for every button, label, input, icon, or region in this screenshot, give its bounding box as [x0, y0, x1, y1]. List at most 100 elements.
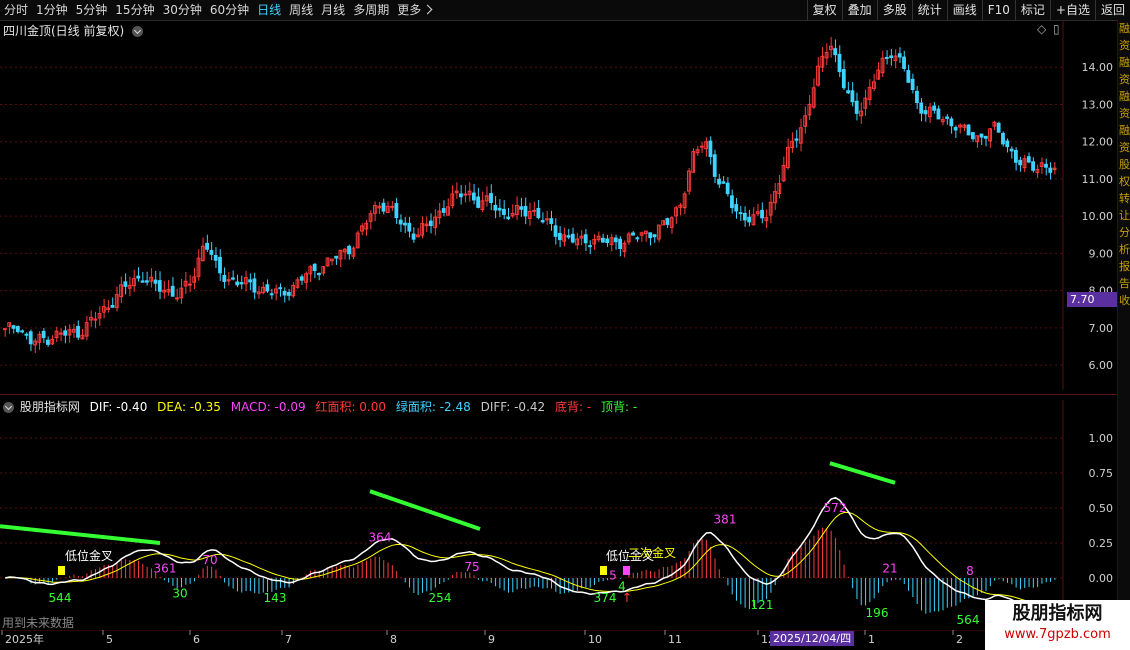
tab-fenshi[interactable]: 分时 — [0, 0, 32, 20]
back-button[interactable]: 返回 — [1094, 0, 1130, 20]
candle-body — [570, 233, 575, 243]
candle-body — [631, 232, 635, 236]
candle-body — [613, 237, 618, 243]
right-column-char: 报 — [1119, 260, 1130, 273]
candle-body — [652, 234, 657, 238]
right-info-column[interactable]: 融资融资融资融资股权转让分析报告收 — [1117, 20, 1130, 650]
tab-60min[interactable]: 60分钟 — [206, 0, 253, 20]
divergence-line — [369, 489, 481, 531]
candle-body — [15, 326, 20, 333]
bar-count-label: 30 — [172, 587, 187, 601]
candle-body — [841, 69, 846, 89]
tab-1min[interactable]: 1分钟 — [32, 0, 72, 20]
signal-marker — [623, 566, 630, 575]
candle-body — [915, 90, 919, 103]
bar-count-label: 75 — [464, 560, 479, 574]
tab-30min[interactable]: 30分钟 — [159, 0, 206, 20]
tab-weekly[interactable]: 周线 — [285, 0, 317, 20]
macd-tick: 0.50 — [1089, 502, 1114, 515]
candle-body — [265, 284, 270, 292]
bar-count-label: 564 — [957, 613, 980, 627]
tab-more[interactable]: 更多 — [393, 0, 435, 20]
add-watchlist-button[interactable]: +自选 — [1049, 0, 1095, 20]
tab-monthly[interactable]: 月线 — [317, 0, 349, 20]
tab-5min[interactable]: 5分钟 — [72, 0, 112, 20]
candle-body — [910, 78, 915, 91]
candle-body — [398, 219, 403, 225]
candle-body — [471, 192, 476, 201]
candle-body — [428, 220, 433, 226]
candle-body — [187, 283, 192, 286]
tab-15min[interactable]: 15分钟 — [111, 0, 158, 20]
candle-body — [11, 325, 16, 329]
price-tick: 13.00 — [1082, 98, 1114, 111]
candle-body — [747, 216, 752, 223]
price-tick: 10.00 — [1082, 210, 1114, 223]
draw-line-button[interactable]: 画线 — [946, 0, 982, 20]
watermark: 股朋指标网 www.7gpzb.com — [985, 600, 1130, 650]
candle-body — [588, 245, 592, 248]
candle-body — [157, 280, 162, 292]
candle-body — [170, 285, 175, 297]
signal-label: 二次金叉 — [628, 545, 676, 560]
candle-body — [411, 233, 416, 240]
candle-body — [286, 291, 291, 296]
candle-body — [549, 218, 554, 224]
candle-body — [394, 203, 399, 219]
bar-count-label: 364 — [369, 531, 392, 545]
signal-label: 低位金叉 — [65, 548, 113, 563]
overlay-button[interactable]: 叠加 — [841, 0, 877, 20]
fuquan-button[interactable]: 复权 — [806, 0, 842, 20]
candle-body — [175, 297, 179, 300]
price-tick: 9.00 — [1089, 247, 1114, 260]
candle-body — [897, 53, 902, 58]
candle-body — [945, 116, 949, 119]
right-column-char: 股 — [1119, 158, 1130, 171]
candlestick-chart[interactable]: 14.0013.0012.0011.0010.009.008.007.006.0… — [0, 20, 1117, 390]
multi-stock-button[interactable]: 多股 — [876, 0, 912, 20]
date-label: 1 — [868, 633, 875, 646]
tab-multi-period[interactable]: 多周期 — [349, 0, 393, 20]
candle-body — [28, 331, 33, 345]
candle-body — [983, 135, 988, 139]
candle-body — [605, 238, 610, 244]
macd-chart[interactable]: 1.00 0.75 0.50 0.25 0.00 544 361 70 30 143 364 75 2… — [0, 400, 1117, 630]
candle-body — [476, 196, 481, 208]
candle-body — [222, 274, 227, 282]
candle-body — [536, 207, 541, 219]
macd-tick: 1.00 — [1089, 432, 1114, 445]
candle-body — [970, 132, 975, 140]
up-arrow-icon: ↑ — [622, 591, 633, 606]
candle-body — [996, 122, 1001, 133]
toolbar-right: 复权 叠加 多股 统计 画线 F10 标记 +自选 返回 — [806, 0, 1130, 20]
right-column-char: 融 — [1119, 22, 1130, 35]
price-axis: 14.0013.0012.0011.0010.009.008.007.006.0… — [1082, 61, 1114, 372]
price-tick: 7.00 — [1089, 322, 1114, 335]
period-toolbar: 分时 1分钟 5分钟 15分钟 30分钟 60分钟 日线 周线 月线 多周期 更… — [0, 0, 1130, 21]
candle-body — [919, 102, 924, 114]
stats-button[interactable]: 统计 — [911, 0, 947, 20]
macd-tick: 0.25 — [1089, 537, 1114, 550]
f10-button[interactable]: F10 — [981, 0, 1015, 20]
candle-body — [463, 193, 468, 196]
candle-body — [239, 282, 244, 285]
date-label: 2 — [956, 633, 963, 646]
candle-body — [742, 212, 747, 221]
candle-body — [949, 118, 954, 127]
candle-body — [712, 154, 717, 177]
candle-body — [906, 70, 911, 83]
candle-body — [502, 208, 506, 215]
candle-body — [738, 212, 743, 215]
mark-button[interactable]: 标记 — [1014, 0, 1050, 20]
tab-daily[interactable]: 日线 — [253, 0, 285, 20]
candle-body — [459, 193, 463, 198]
right-column-char: 资 — [1119, 141, 1130, 154]
candle-body — [213, 254, 218, 261]
bar-count-label: 572 — [824, 501, 847, 515]
bar-count-label: 374 — [594, 591, 617, 605]
candle-body — [252, 278, 257, 293]
candle-body — [144, 280, 149, 283]
candle-body — [837, 53, 842, 73]
candle-body — [123, 281, 128, 287]
candle-body — [665, 218, 670, 225]
